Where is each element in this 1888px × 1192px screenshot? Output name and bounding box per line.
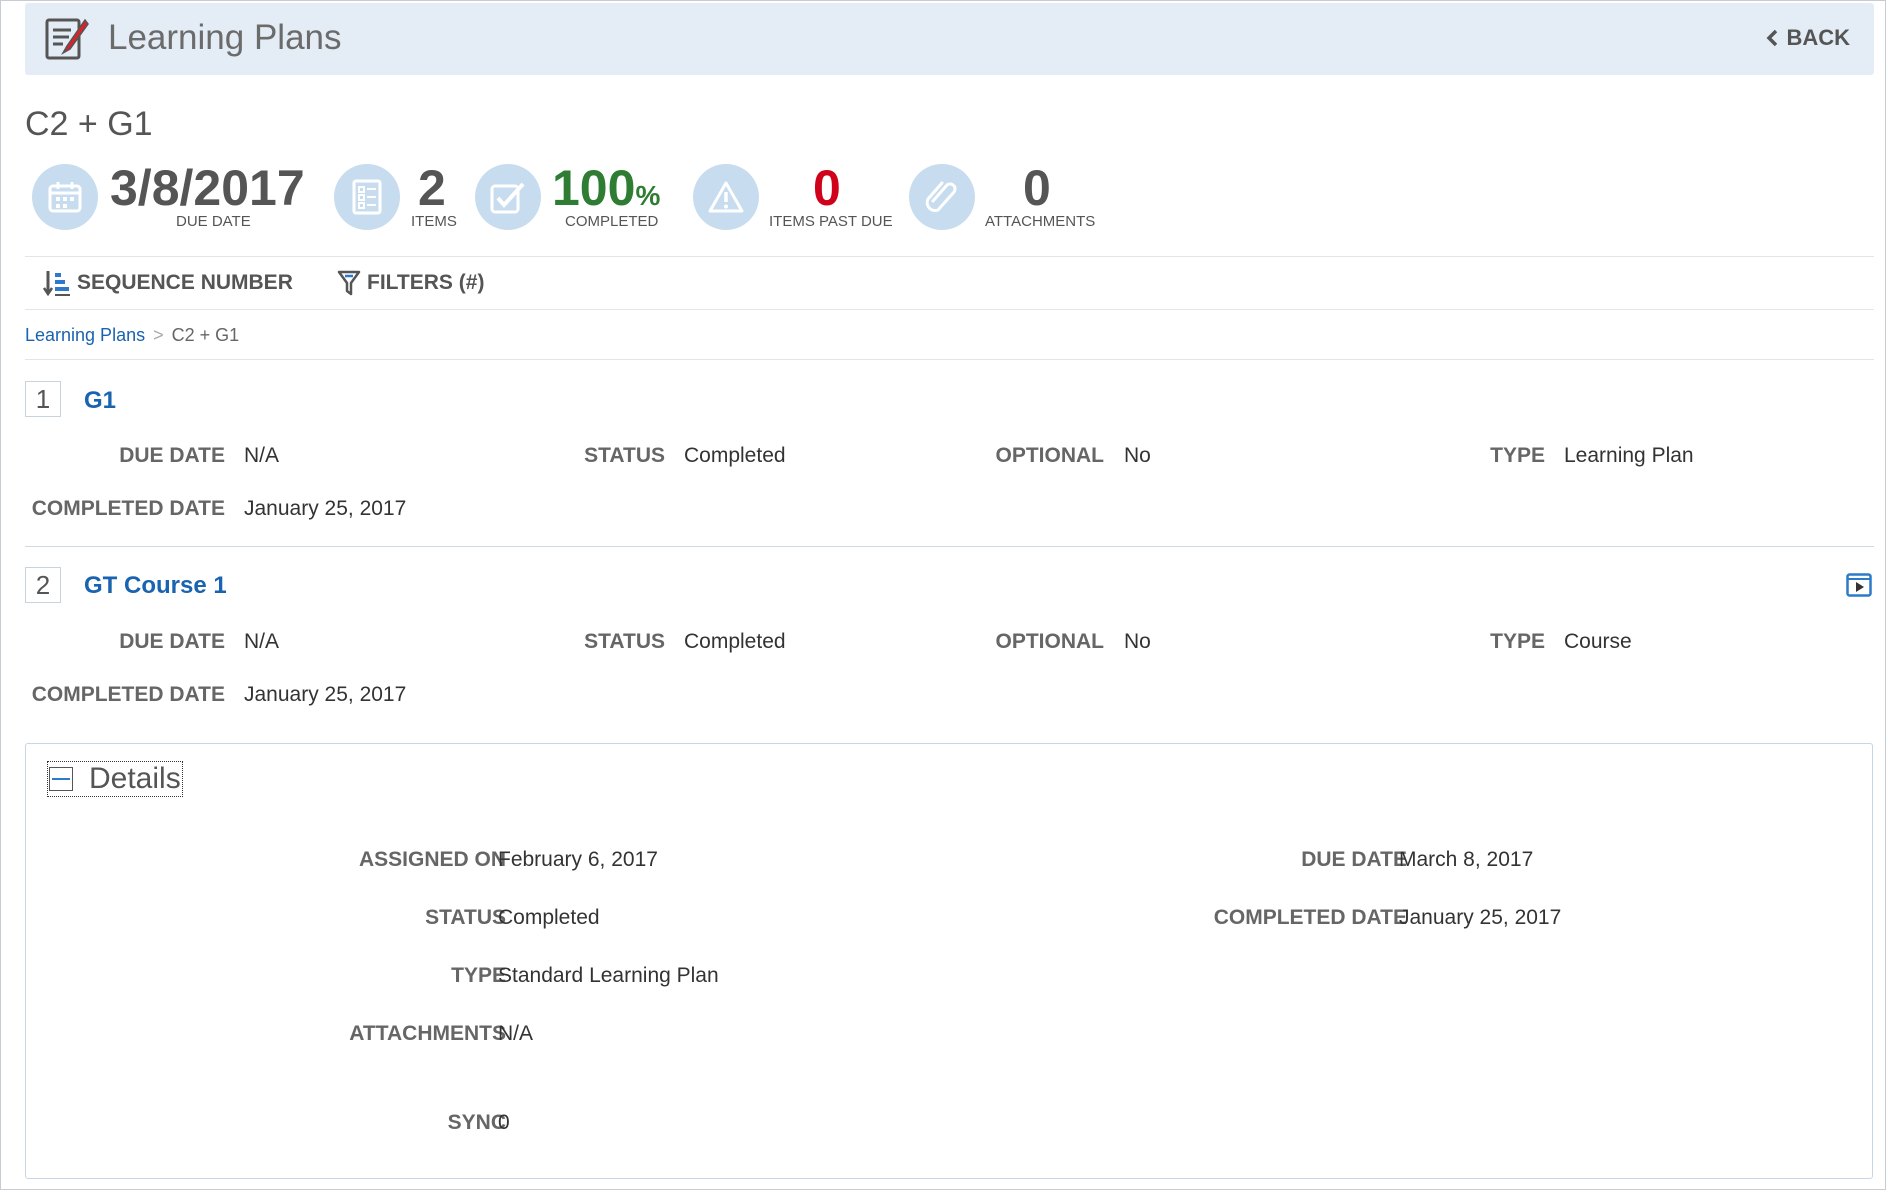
- completed-date-label: COMPLETED DATE: [31, 497, 225, 520]
- item-title-link[interactable]: G1: [84, 387, 116, 415]
- sort-label: SEQUENCE NUMBER: [77, 271, 293, 294]
- attachments-value: 0: [1023, 160, 1051, 216]
- chevron-left-icon: [1766, 29, 1778, 47]
- sync-value: 0: [498, 1111, 510, 1134]
- status-label: STATUS: [584, 444, 665, 467]
- completed-date-value: January 25, 2017: [244, 497, 407, 520]
- item-number: 2: [25, 567, 61, 603]
- attachments-value: N/A: [498, 1022, 534, 1045]
- type-value: Course: [1564, 630, 1632, 653]
- filters-label: FILTERS (#): [367, 271, 485, 294]
- breadcrumb-separator: >: [153, 325, 164, 345]
- warning-icon-circle: [693, 164, 759, 230]
- past-due-value: 0: [813, 160, 841, 216]
- item-number: 1: [25, 381, 61, 417]
- warning-icon: [708, 181, 744, 213]
- divider: [25, 309, 1874, 310]
- due-date-value: 3/8/2017: [110, 160, 305, 216]
- item-title-link[interactable]: GT Course 1: [84, 572, 227, 600]
- checkbox-icon: [490, 182, 525, 214]
- breadcrumb: Learning Plans > C2 + G1: [25, 325, 239, 346]
- collapse-icon: [49, 767, 73, 791]
- breadcrumb-current: C2 + G1: [171, 325, 240, 345]
- calendar-icon: [48, 182, 82, 213]
- items-value: 2: [418, 160, 446, 216]
- paperclip-icon: [925, 181, 957, 212]
- page-title: Learning Plans: [108, 18, 342, 57]
- details-panel: Details ASSIGNED ON February 6, 2017 STA…: [25, 743, 1873, 1179]
- edit-document-icon: [45, 18, 89, 60]
- status-label: STATUS: [584, 630, 665, 653]
- completed-date-value: January 25, 2017: [244, 683, 407, 706]
- status-value: Completed: [498, 906, 600, 929]
- type-label: TYPE: [1490, 444, 1545, 467]
- divider: [25, 546, 1874, 547]
- optional-value: No: [1124, 630, 1151, 653]
- optional-value: No: [1124, 444, 1151, 467]
- filters-button[interactable]: FILTERS (#): [337, 269, 484, 297]
- completed-label: COMPLETED: [565, 213, 659, 230]
- status-value: Completed: [684, 444, 786, 467]
- due-date-label: DUE DATE: [119, 630, 225, 653]
- due-date-label: DUE DATE: [119, 444, 225, 467]
- due-date-label: DUE DATE: [176, 213, 251, 230]
- status-value: Completed: [684, 630, 786, 653]
- assigned-on-label: ASSIGNED ON: [358, 848, 506, 871]
- attachments-label: ATTACHMENTS: [985, 213, 1096, 230]
- paperclip-icon-circle: [909, 164, 975, 230]
- plan-title: C2 + G1: [25, 105, 153, 143]
- assigned-on-value: February 6, 2017: [498, 848, 658, 871]
- completed-value: 100%: [552, 163, 660, 213]
- type-value: Learning Plan: [1564, 444, 1694, 467]
- due-date-value: March 8, 2017: [1399, 848, 1534, 871]
- back-label: BACK: [1786, 25, 1850, 50]
- optional-label: OPTIONAL: [995, 630, 1105, 653]
- type-value: Standard Learning Plan: [498, 964, 719, 987]
- items-label: ITEMS: [411, 213, 457, 230]
- divider: [25, 359, 1874, 360]
- checkbox-icon-circle: [475, 164, 541, 230]
- optional-label: OPTIONAL: [995, 444, 1105, 467]
- sort-button[interactable]: SEQUENCE NUMBER: [43, 269, 293, 297]
- completed-date-value: January 25, 2017: [1399, 906, 1562, 929]
- divider: [25, 256, 1874, 257]
- page-header: Learning Plans BACK: [25, 3, 1874, 75]
- due-date-value: N/A: [244, 444, 280, 467]
- attachments-label: ATTACHMENTS: [349, 1022, 506, 1045]
- completed-date-label: COMPLETED DATE: [31, 683, 225, 706]
- app-frame: Learning Plans BACK C2 + G1 3/8/2017 DUE…: [0, 0, 1886, 1190]
- calendar-icon-circle: [32, 164, 98, 230]
- launch-icon[interactable]: [1846, 573, 1872, 597]
- completed-percent: 100: [552, 160, 636, 216]
- sort-icon: [43, 271, 70, 297]
- completed-date-label: COMPLETED DATE: [1213, 906, 1407, 929]
- filter-icon: [337, 270, 361, 296]
- percent-unit: %: [635, 180, 661, 211]
- back-button[interactable]: BACK: [1766, 25, 1850, 51]
- details-heading: Details: [89, 762, 181, 795]
- past-due-label: ITEMS PAST DUE: [769, 213, 893, 230]
- type-label: TYPE: [1490, 630, 1545, 653]
- due-date-label: DUE DATE: [1301, 848, 1407, 871]
- list-icon-circle: [334, 164, 400, 230]
- status-label: STATUS: [425, 906, 506, 929]
- list-icon: [352, 179, 382, 215]
- due-date-value: N/A: [244, 630, 280, 653]
- details-toggle[interactable]: Details: [47, 761, 183, 797]
- breadcrumb-link-learning-plans[interactable]: Learning Plans: [25, 325, 145, 345]
